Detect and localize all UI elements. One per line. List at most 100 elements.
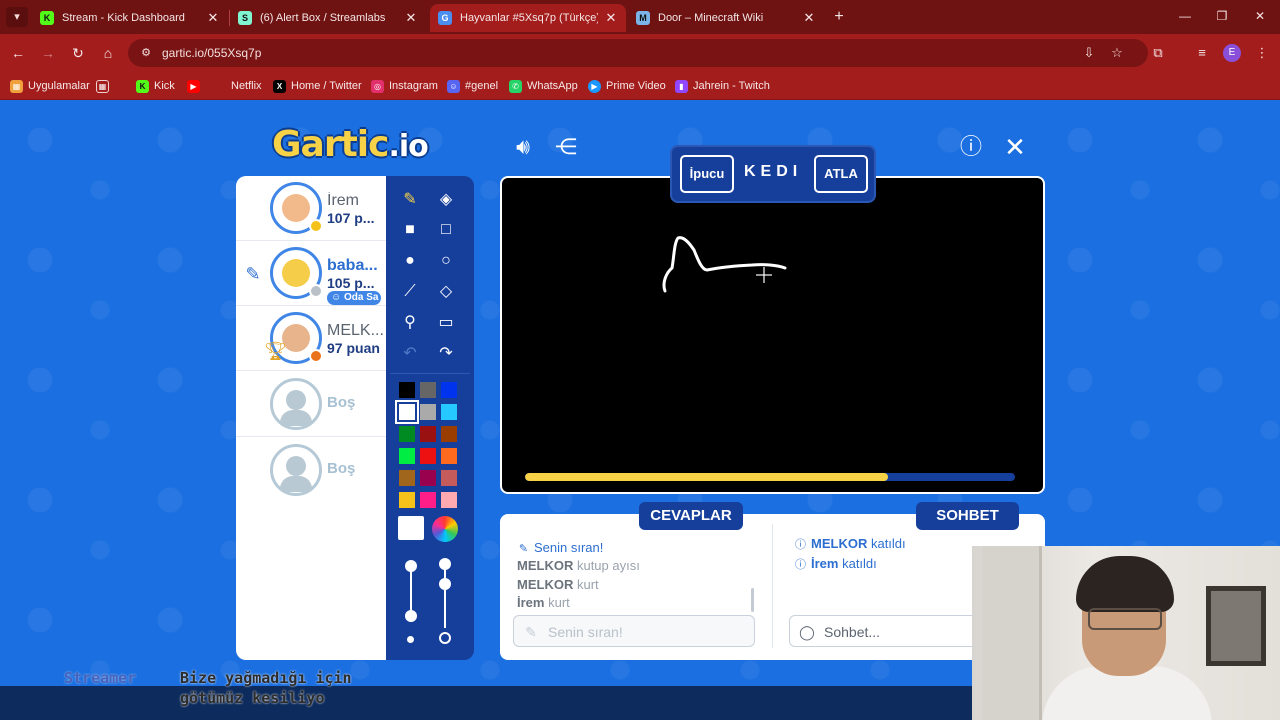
opacity-top-knob[interactable]: [439, 558, 451, 570]
color-swatch[interactable]: [420, 404, 436, 420]
answer-input[interactable]: ✎ Senin sıran!: [513, 615, 755, 647]
color-swatch[interactable]: [420, 470, 436, 486]
rectangle-icon[interactable]: □: [431, 216, 461, 244]
bookmark-instagram[interactable]: ◎ Instagram: [371, 77, 438, 95]
close-icon[interactable]: ✕: [404, 10, 418, 26]
home-icon[interactable]: ⌂: [98, 43, 118, 63]
tab-streamlabs[interactable]: S (6) Alert Box / Streamlabs ✕: [230, 4, 426, 32]
bookmark-kick[interactable]: K Kick: [136, 77, 175, 95]
close-icon[interactable]: ✕: [604, 10, 618, 26]
tab-gartic[interactable]: G Hayvanlar #5Xsq7p (Türkçe) - G ✕: [430, 4, 626, 32]
bookmark-twitter[interactable]: X Home / Twitter: [273, 77, 362, 95]
filled-ellipse-icon[interactable]: ●: [395, 247, 425, 275]
trophy-icon: 🏆︎: [264, 341, 287, 361]
back-icon[interactable]: ←: [8, 43, 28, 63]
opacity-slider-knob[interactable]: [439, 578, 451, 590]
bookmark-youtube[interactable]: ▶: [187, 77, 205, 95]
color-swatch[interactable]: [441, 448, 457, 464]
info-icon[interactable]: ⓘ: [956, 132, 986, 162]
small-dot-icon: [407, 636, 414, 643]
message-author: MELKOR: [517, 577, 574, 592]
browser-tab-bar: ▾ K Stream - Kick Dashboard ✕ S (6) Aler…: [0, 0, 1280, 34]
drawing-svg: [662, 236, 787, 293]
undo-icon[interactable]: ↶: [395, 340, 425, 368]
line-tool-icon[interactable]: ⟋: [395, 278, 425, 306]
close-icon[interactable]: ✕: [206, 10, 220, 26]
site-info-icon[interactable]: ⚙: [138, 45, 154, 61]
status-dot: [309, 284, 323, 298]
color-picker-icon[interactable]: [432, 516, 458, 542]
tab-minecraft-wiki[interactable]: M Door – Minecraft Wiki ✕: [628, 4, 824, 32]
exit-icon[interactable]: ✕: [1000, 132, 1030, 162]
ring-icon: [439, 632, 451, 644]
chat-tab[interactable]: SOHBET: [916, 502, 1019, 530]
chat-input[interactable]: ◯ Sohbet...: [789, 615, 979, 647]
ellipse-icon[interactable]: ○: [431, 247, 461, 275]
bookmark-prime-video[interactable]: ▶ Prime Video: [588, 77, 666, 95]
share-icon[interactable]: ⋲: [551, 132, 581, 162]
player-row-baba[interactable]: ✎ baba... 105 p... ☺ Oda Sa: [236, 241, 386, 306]
whatsapp-icon: ✆: [509, 79, 522, 93]
forward-icon[interactable]: →: [38, 43, 58, 63]
color-swatch[interactable]: [399, 426, 415, 442]
color-swatch[interactable]: [441, 426, 457, 442]
caption-line: Bize yağmadığı için: [180, 669, 352, 687]
redo-icon[interactable]: ↷: [431, 340, 461, 368]
eyedropper-icon[interactable]: ⚲: [395, 309, 425, 337]
bookmark-apps[interactable]: ▦ Uygulamalar: [10, 77, 90, 95]
tab-kick-dashboard[interactable]: K Stream - Kick Dashboard ✕: [32, 4, 228, 32]
bookmark-twitch[interactable]: ▮ Jahrein - Twitch: [675, 77, 770, 95]
color-swatch[interactable]: [441, 492, 457, 508]
new-tab-button[interactable]: +: [830, 6, 848, 28]
media-control-icon[interactable]: ≡: [1192, 43, 1212, 63]
bookmark-star-icon[interactable]: ☆: [1108, 44, 1126, 62]
color-swatch[interactable]: [420, 492, 436, 508]
player-row-melkor[interactable]: 🏆︎ MELK... 97 puan: [236, 306, 386, 371]
brush-size-min-knob[interactable]: [405, 610, 417, 622]
answers-tab[interactable]: CEVAPLAR: [639, 502, 743, 530]
color-swatch[interactable]: [399, 470, 415, 486]
color-swatch[interactable]: [420, 426, 436, 442]
color-swatch[interactable]: [441, 404, 457, 420]
color-swatch[interactable]: [399, 492, 415, 508]
color-swatch[interactable]: [399, 448, 415, 464]
address-bar[interactable]: ⚙ gartic.io/055Xsq7p ⇩ ☆: [128, 39, 1148, 67]
message-author: MELKOR: [811, 536, 868, 551]
tab-search-icon[interactable]: ▾: [6, 7, 28, 27]
bookmark-grid[interactable]: ▦: [96, 77, 114, 95]
bookmark-netflix[interactable]: Netflix: [213, 77, 262, 95]
brush-size-slider-knob[interactable]: [405, 560, 417, 572]
color-swatch[interactable]: [441, 382, 457, 398]
player-row-irem[interactable]: İrem 107 p...: [236, 176, 386, 241]
answers-scrollbar[interactable]: [751, 588, 754, 612]
color-swatch[interactable]: [420, 448, 436, 464]
color-swatch[interactable]: [395, 400, 419, 424]
reload-icon[interactable]: ↻: [68, 43, 88, 63]
sound-icon[interactable]: 🔊︎: [508, 132, 538, 162]
fill-bucket-icon[interactable]: ◈: [431, 186, 461, 214]
profile-avatar[interactable]: E: [1223, 44, 1241, 62]
drawing-canvas[interactable]: [500, 176, 1045, 494]
window-close-icon[interactable]: ✕: [1250, 6, 1270, 26]
caption-ghost: Streamer: [64, 669, 137, 687]
color-swatch[interactable]: [420, 382, 436, 398]
hint-button[interactable]: İpucu: [680, 155, 734, 193]
install-app-icon[interactable]: ⇩: [1080, 44, 1098, 62]
skip-button[interactable]: ATLA: [814, 155, 868, 193]
pencil-tool-icon[interactable]: ✎: [395, 186, 425, 214]
extensions-icon[interactable]: ⧉: [1148, 43, 1168, 63]
color-swatch[interactable]: [399, 382, 415, 398]
bookmark-discord[interactable]: ☺ #genel: [447, 77, 498, 95]
eraser-icon[interactable]: ◇: [431, 278, 461, 306]
minimize-icon[interactable]: —: [1175, 6, 1195, 26]
panel-divider: [772, 524, 773, 648]
close-icon[interactable]: ✕: [802, 10, 816, 26]
kick-icon: K: [40, 11, 54, 25]
filled-rectangle-icon[interactable]: ■: [395, 216, 425, 244]
menu-icon[interactable]: ⋮: [1252, 43, 1272, 63]
new-page-icon[interactable]: ▭: [431, 309, 461, 337]
color-swatch[interactable]: [441, 470, 457, 486]
bookmark-whatsapp[interactable]: ✆ WhatsApp: [509, 77, 578, 95]
restore-icon[interactable]: ❐: [1212, 6, 1232, 26]
browser-toolbar: ← → ↻ ⌂ ⚙ gartic.io/055Xsq7p ⇩ ☆ ⧉ ≡ E ⋮: [0, 34, 1280, 72]
